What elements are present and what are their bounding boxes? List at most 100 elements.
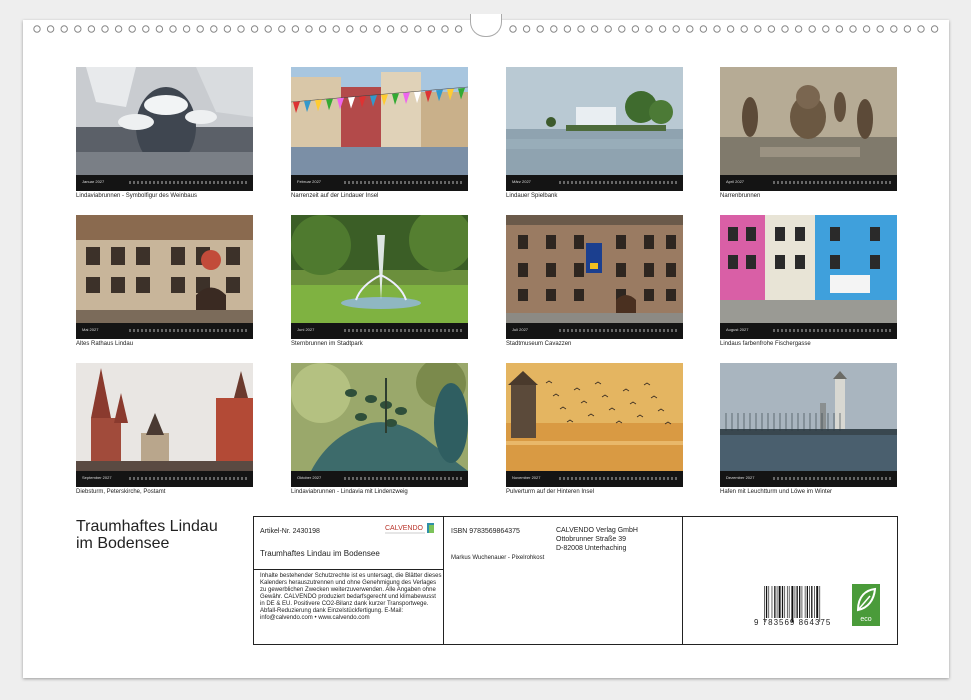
binding-ring (917, 25, 925, 33)
binding-ring (713, 25, 721, 33)
binding-ring (386, 25, 395, 33)
month-photo (720, 67, 897, 175)
photo-caption: Lindaviabrunnen - Lindavia mit Lindenzwe… (291, 489, 408, 495)
month-label: November 2027 (512, 475, 541, 480)
binding-ring (808, 25, 816, 33)
binding-ring (550, 25, 558, 33)
month-label: Oktober 2027 (297, 475, 322, 480)
divider (682, 517, 683, 644)
binding-ring (87, 25, 96, 33)
photo-caption: Lindaus farbenfrohe Fischergasse (720, 341, 811, 347)
month-calendar-strip: März 2027 (506, 175, 683, 191)
month-thumbnail: März 2027 Lindauer Spielbank (506, 67, 683, 199)
binding-ring (128, 25, 136, 33)
binding-ring (781, 25, 789, 33)
day-grid (773, 181, 893, 184)
binding-ring (414, 25, 422, 33)
title-line-1: Traumhaftes Lindau (76, 518, 218, 535)
binding-ring (754, 25, 762, 33)
binding-ring (726, 25, 735, 33)
binding-ring (210, 25, 218, 33)
product-title: Traumhaftes Lindau im Bodensee (260, 549, 380, 558)
binding-ring (264, 25, 272, 33)
month-label: Juli 2027 (512, 327, 529, 332)
binding-ring (427, 25, 436, 33)
month-photo (76, 215, 253, 323)
photo-caption: Stadtmuseum Cavazzen (506, 341, 572, 347)
month-photo (76, 67, 253, 175)
binding-ring (536, 25, 544, 33)
binding-ring (794, 25, 803, 33)
binding-ring (645, 25, 653, 33)
author: Markus Wuchenauer - Pixelrohkost (451, 555, 545, 561)
binding-ring (849, 25, 857, 33)
calvendo-logo: CALVENDO (385, 523, 434, 534)
month-thumbnail: September 2027 Diebsturm, Peterskirche, … (76, 363, 253, 495)
day-grid (773, 329, 893, 332)
month-label: Dezember 2027 (726, 475, 755, 480)
binding-ring (305, 25, 313, 33)
binding-ring (890, 25, 898, 33)
month-calendar-strip: Februar 2027 (291, 175, 468, 191)
binding-ring (658, 25, 667, 33)
month-thumbnail: April 2027 Narrenbrunnen (720, 67, 897, 199)
binding-ring (509, 25, 517, 33)
binding-ring (373, 25, 381, 33)
binding-ring (631, 25, 640, 33)
day-grid (344, 477, 464, 480)
month-calendar-strip: Juni 2027 (291, 323, 468, 339)
photo-caption: Sternbrunnen im Stadtpark (291, 341, 363, 347)
month-label: Februar 2027 (297, 179, 322, 184)
binding-ring (142, 25, 150, 33)
day-grid (773, 477, 893, 480)
isbn: ISBN 9783569864375 (451, 528, 520, 535)
day-grid (559, 181, 679, 184)
binding-ring (223, 25, 232, 33)
month-label: September 2027 (82, 475, 112, 480)
day-grid (344, 181, 464, 184)
month-thumbnail: Januar 2027 Lindaviabrunnen - Symbolfigu… (76, 67, 253, 199)
legal-text: Inhalte bestehender Schutzrechte ist es … (260, 573, 442, 621)
month-label: August 2027 (726, 327, 749, 332)
month-label: Juni 2027 (297, 327, 315, 332)
photo-caption: Lindaviabrunnen - Symbolfigur des Weinba… (76, 193, 197, 199)
binding-ring (182, 25, 191, 33)
publisher-name: CALVENDO Verlag GmbH (556, 527, 638, 534)
month-photo (291, 215, 468, 323)
binding-ring (155, 25, 164, 33)
binding-ring (522, 25, 531, 33)
publisher-city: D-82008 Unterhaching (556, 545, 627, 552)
binding-ring (699, 25, 708, 33)
month-thumbnail: August 2027 Lindaus farbenfrohe Fischerg… (720, 215, 897, 347)
photo-caption: Hafen mit Leuchtturm und Löwe im Winter (720, 489, 833, 495)
binding-ring (767, 25, 776, 33)
day-grid (344, 329, 464, 332)
binding-ring (876, 25, 884, 33)
binding-ring (740, 25, 748, 33)
binding-ring (33, 25, 41, 33)
month-calendar-strip: September 2027 (76, 471, 253, 487)
eco-label: eco (860, 616, 872, 623)
title-line-2: im Bodensee (76, 535, 170, 552)
binding-ring (359, 25, 368, 33)
binding-ring (590, 25, 599, 33)
month-calendar-strip: Mai 2027 (76, 323, 253, 339)
calendar-title: Traumhaftes Lindau im Bodensee (76, 518, 218, 552)
month-photo (291, 363, 468, 471)
binding-ring (250, 25, 259, 33)
month-calendar-strip: Dezember 2027 (720, 471, 897, 487)
month-calendar-strip: April 2027 (720, 175, 897, 191)
month-photo (506, 67, 683, 175)
month-label: März 2027 (512, 179, 531, 184)
binding-ring (604, 25, 612, 33)
month-thumbnail: Mai 2027 Altes Rathaus Lindau (76, 215, 253, 347)
leaf-icon (856, 587, 877, 612)
photo-caption: Lindauer Spielbank (506, 193, 558, 199)
month-thumbnail: Dezember 2027 Hafen mit Leuchtturm und L… (720, 363, 897, 495)
binding-ring (903, 25, 912, 33)
binding-ring (577, 25, 585, 33)
divider (443, 517, 444, 644)
binding-ring (441, 25, 449, 33)
month-label: Mai 2027 (82, 327, 99, 332)
binding-ring (454, 25, 463, 33)
